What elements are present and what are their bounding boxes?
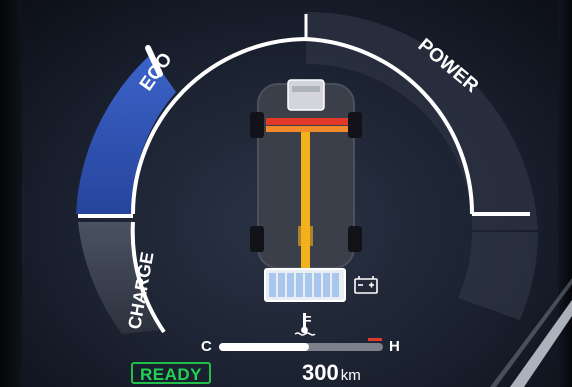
- range-unit: km: [340, 367, 361, 384]
- coolant-temperature-icon: [294, 313, 316, 336]
- range-value: 300: [302, 360, 339, 385]
- cruising-range: 300 km: [302, 360, 361, 386]
- power-flow-line: [301, 132, 310, 268]
- coolant-gauge-bar: [219, 338, 383, 351]
- coolant-cold-label: C: [201, 338, 212, 355]
- hybrid-battery-icon: [264, 268, 346, 302]
- front-axle-flow: [266, 118, 348, 125]
- energy-gauge: ECO POWER CHARGE: [76, 11, 572, 387]
- auxiliary-battery-icon: [354, 276, 378, 294]
- ready-indicator: READY: [131, 362, 211, 384]
- hybrid-system-indicator: ECO POWER CHARGE C H READY 300 km: [0, 0, 572, 387]
- coolant-hot-label: H: [389, 338, 400, 355]
- power-zone-lower: [458, 232, 538, 320]
- vehicle-diagram: [250, 79, 362, 269]
- engine-icon: [287, 79, 325, 111]
